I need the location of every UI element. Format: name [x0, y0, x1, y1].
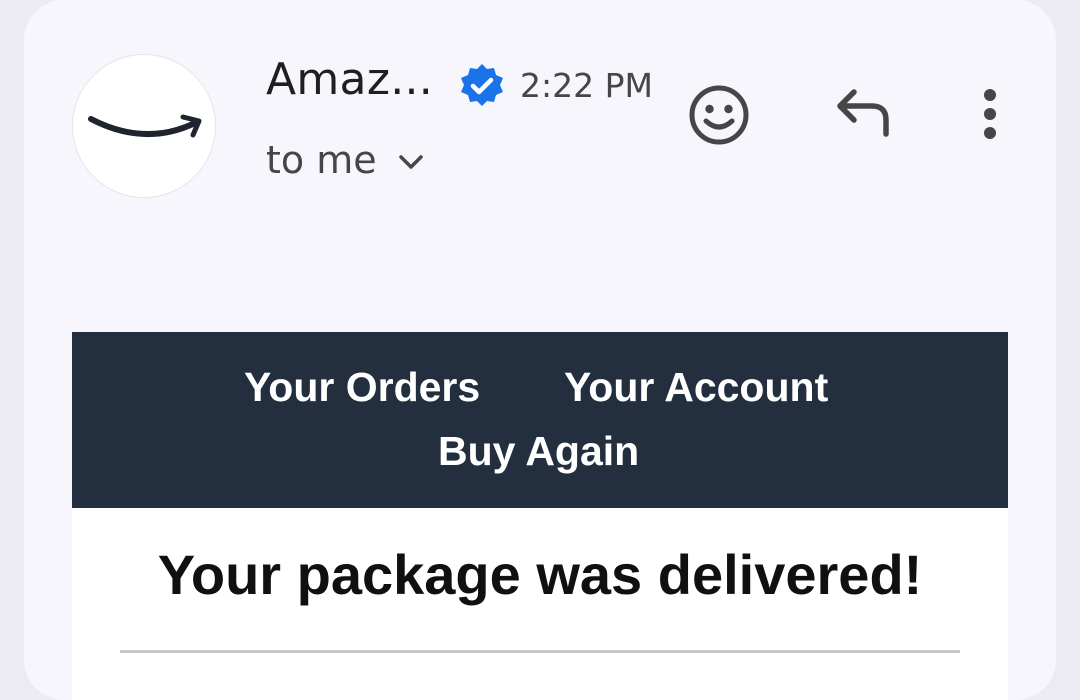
- received-time: 2:22 PM: [520, 66, 653, 105]
- sender-name[interactable]: Amaz...: [266, 54, 433, 105]
- amazon-nav-bar: Your Orders Your Account Buy Again: [72, 332, 1008, 508]
- emoji-reaction-icon[interactable]: [686, 82, 752, 148]
- sender-avatar[interactable]: [72, 54, 216, 198]
- your-orders-link[interactable]: Your Orders: [244, 364, 480, 411]
- your-account-link[interactable]: Your Account: [564, 364, 828, 411]
- email-body: Your Orders Your Account Buy Again Your …: [72, 332, 1008, 700]
- amazon-smile-logo: [88, 114, 202, 138]
- buy-again-link[interactable]: Buy Again: [438, 428, 639, 475]
- verified-badge-icon: [461, 64, 503, 106]
- recipient-details-toggle[interactable]: to me: [266, 138, 425, 182]
- email-card: Amaz... 2:22 PM to me Your Orders Your A…: [24, 0, 1056, 700]
- recipient-label: to me: [266, 138, 377, 182]
- reply-icon[interactable]: [834, 86, 894, 142]
- email-headline: Your package was delivered!: [157, 543, 923, 606]
- chevron-down-icon: [398, 155, 423, 169]
- divider: [120, 650, 960, 653]
- more-options-icon[interactable]: [974, 86, 1006, 142]
